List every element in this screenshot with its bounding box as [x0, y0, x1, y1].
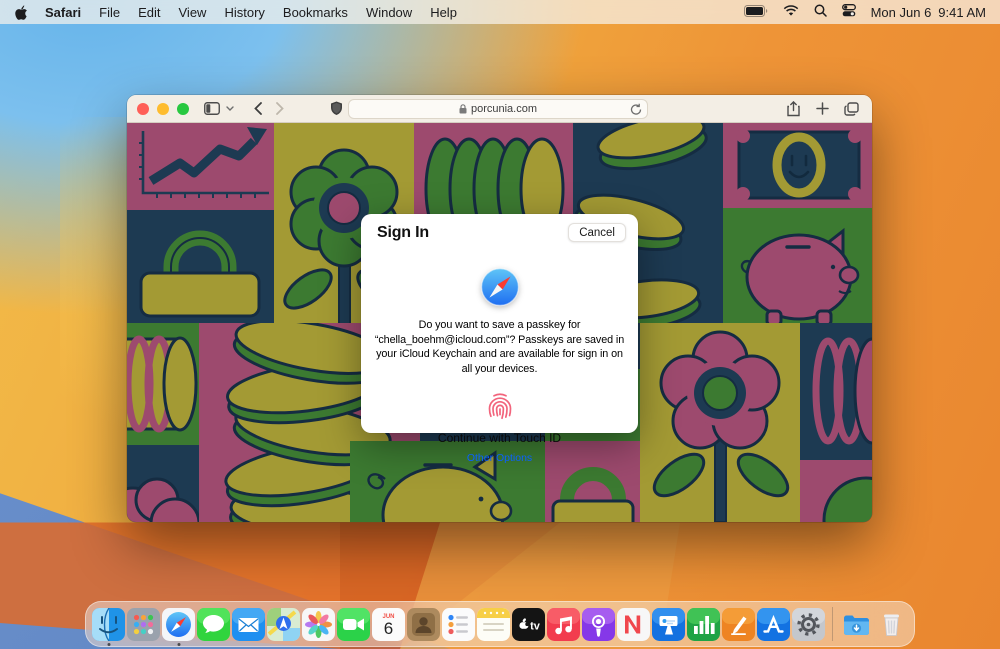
lock-icon	[459, 104, 467, 114]
dock-keynote-icon[interactable]	[652, 608, 685, 641]
finder-running-indicator	[107, 643, 110, 646]
new-tab-icon[interactable]	[811, 98, 833, 120]
safari-app-icon	[361, 267, 638, 307]
menu-view[interactable]: View	[179, 5, 207, 20]
continue-touch-id-label[interactable]: Continue with Touch ID	[361, 431, 638, 445]
dock-safari-icon[interactable]	[162, 608, 195, 641]
safari-toolbar: porcunia.com	[127, 95, 872, 123]
dock-tv-icon[interactable]: tv	[512, 608, 545, 641]
menu-bar: Safari File Edit View History Bookmarks …	[0, 0, 1000, 24]
dock-photos-icon[interactable]	[302, 608, 335, 641]
touch-id-icon	[361, 389, 638, 425]
tab-overview-icon[interactable]	[840, 98, 862, 120]
dock-trash-icon[interactable]	[875, 608, 908, 641]
dock-contacts-icon[interactable]	[407, 608, 440, 641]
zoom-window-button[interactable]	[177, 103, 189, 115]
dock-finder-icon[interactable]	[92, 608, 125, 641]
address-bar[interactable]: porcunia.com	[348, 99, 648, 119]
cancel-button[interactable]: Cancel	[568, 223, 626, 242]
dock-maps-icon[interactable]	[267, 608, 300, 641]
control-center-icon[interactable]	[842, 4, 856, 20]
menu-window[interactable]: Window	[366, 5, 412, 20]
dock-settings-icon[interactable]	[792, 608, 825, 641]
dock-news-icon[interactable]	[617, 608, 650, 641]
menu-help[interactable]: Help	[430, 5, 457, 20]
wifi-icon[interactable]	[783, 5, 799, 20]
dock-reminders-icon[interactable]	[442, 608, 475, 641]
battery-icon[interactable]	[744, 5, 768, 20]
dock-divider	[832, 607, 833, 641]
menu-history[interactable]: History	[224, 5, 264, 20]
menu-edit[interactable]: Edit	[138, 5, 160, 20]
sidebar-toggle-button[interactable]	[201, 98, 223, 120]
menubar-time[interactable]: 9:41 AM	[938, 5, 986, 20]
menu-safari[interactable]: Safari	[45, 5, 81, 20]
share-icon[interactable]	[782, 98, 804, 120]
dock-notes-icon[interactable]	[477, 608, 510, 641]
dock-appstore-icon[interactable]	[757, 608, 790, 641]
dock-numbers-icon[interactable]	[687, 608, 720, 641]
safari-running-indicator	[177, 643, 180, 646]
menubar-date[interactable]: Mon Jun 6	[871, 5, 932, 20]
dock-mail-icon[interactable]	[232, 608, 265, 641]
menu-bookmarks[interactable]: Bookmarks	[283, 5, 348, 20]
back-button[interactable]	[247, 98, 269, 120]
dock: JUN6 tv	[85, 601, 915, 647]
dock-messages-icon[interactable]	[197, 608, 230, 641]
calendar-day-label: 6	[384, 619, 393, 638]
passkey-dialog: Sign In Cancel Do you want to save a pas…	[361, 214, 638, 433]
dock-launchpad-icon[interactable]	[127, 608, 160, 641]
privacy-shield-icon[interactable]	[325, 98, 347, 120]
dock-music-icon[interactable]	[547, 608, 580, 641]
dock-downloads-folder-icon[interactable]	[840, 608, 873, 641]
sidebar-chevron-down-icon[interactable]	[223, 98, 237, 120]
dock-facetime-icon[interactable]	[337, 608, 370, 641]
traffic-lights	[137, 103, 189, 115]
address-text: porcunia.com	[471, 103, 537, 115]
dialog-body-text: Do you want to save a passkey for “chell…	[371, 318, 629, 377]
dock-calendar-icon[interactable]: JUN6	[372, 608, 405, 641]
other-options-link[interactable]: Other Options	[361, 452, 638, 464]
apple-menu-icon[interactable]	[15, 4, 29, 20]
close-window-button[interactable]	[137, 103, 149, 115]
minimize-window-button[interactable]	[157, 103, 169, 115]
dialog-title: Sign In	[377, 224, 429, 242]
reload-icon[interactable]	[630, 103, 642, 119]
menu-file[interactable]: File	[99, 5, 120, 20]
search-icon[interactable]	[814, 4, 827, 20]
tv-logo-label: tv	[530, 620, 541, 632]
dock-pages-icon[interactable]	[722, 608, 755, 641]
dock-podcasts-icon[interactable]	[582, 608, 615, 641]
forward-button[interactable]	[269, 98, 291, 120]
